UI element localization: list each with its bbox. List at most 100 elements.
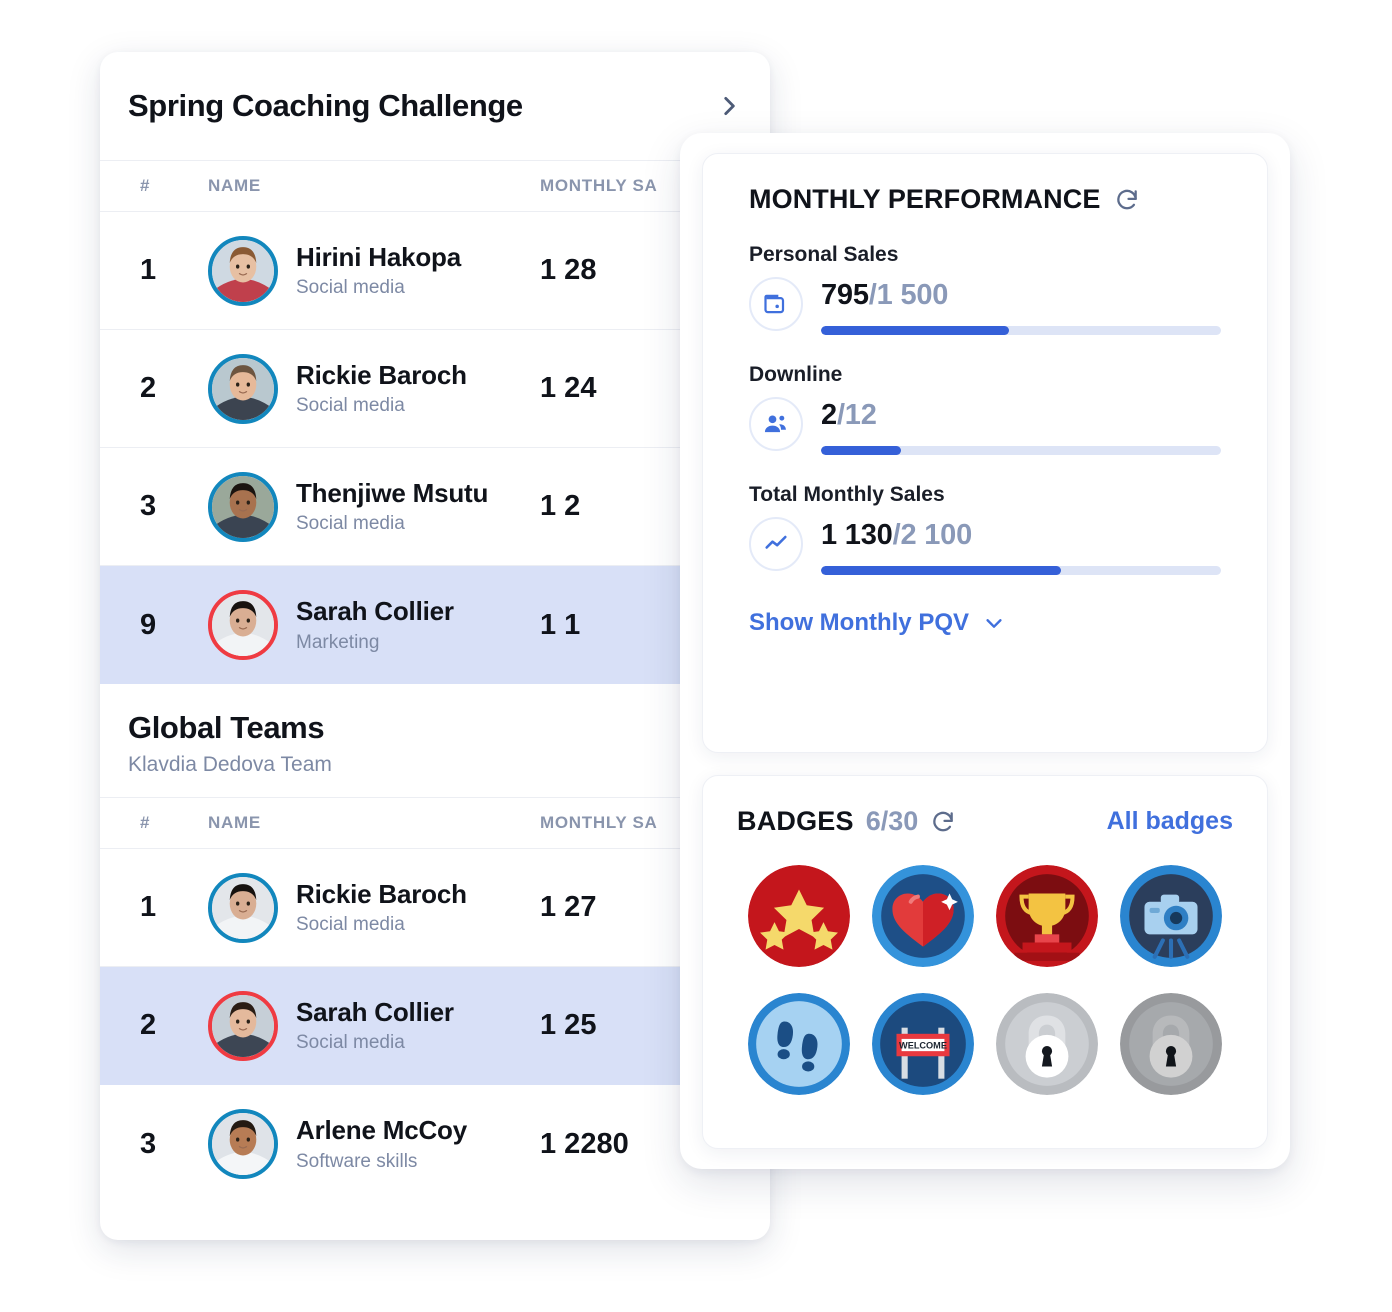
badges-title-group: BADGES 6/30 — [737, 806, 956, 837]
metric-value: 2/12 — [821, 399, 1221, 432]
row-rank: 2 — [140, 1009, 157, 1041]
row-rank: 1 — [140, 891, 157, 923]
badges-title: BADGES — [737, 806, 854, 836]
metric-readout: 2/12 — [821, 397, 1221, 455]
row-person: Arlene McCoy Software skills — [208, 1109, 540, 1179]
row-role: Social media — [296, 277, 405, 299]
metric-current: 2 — [821, 399, 837, 431]
row-name: Hirini Hakopa — [296, 241, 461, 272]
leaderboard-rows: 1 Hirini Hakopa Social media 1 28 2 Rickie Ba… — [100, 212, 770, 684]
avatar-image — [212, 239, 274, 302]
table-row[interactable]: 1 Rickie Baroch Social media 1 27 — [100, 849, 770, 967]
heart-badge[interactable] — [872, 865, 974, 967]
page-title: Spring Coaching Challenge — [128, 88, 523, 123]
badges-card: BADGES 6/30 All badges WELCOME — [702, 775, 1268, 1149]
monthly-performance-card: MONTHLY PERFORMANCE Personal Sales 795/1 … — [702, 153, 1268, 753]
metric-label: Total Monthly Sales — [749, 483, 945, 506]
row-rank: 2 — [140, 372, 157, 404]
metric-value: 1 130/2 100 — [821, 519, 1221, 552]
metric-body: 1 130/2 100 — [749, 517, 1221, 575]
row-role: Social media — [296, 914, 405, 936]
show-monthly-pqv-button[interactable]: Show Monthly PQV — [749, 609, 1221, 637]
row-person: Sarah Collier Social media — [208, 990, 540, 1061]
teams-subtitle: Klavdia Dedova Team — [128, 753, 332, 776]
row-rank: 9 — [140, 608, 157, 641]
avatar — [208, 235, 278, 306]
row-rank: 1 — [140, 254, 157, 286]
wallet-icon — [749, 277, 803, 331]
row-role: Social media — [296, 395, 405, 417]
avatar-image — [212, 994, 274, 1057]
row-person-text: Sarah Collier Marketing — [296, 596, 454, 653]
metric-target: 1 500 — [876, 279, 949, 311]
table-row[interactable]: 2 Rickie Baroch Social media 1 24 — [100, 330, 770, 448]
metric-label: Downline — [749, 363, 843, 386]
metric-current: 1 130 — [821, 519, 893, 551]
table-row[interactable]: 9 Sarah Collier Marketing 1 1 — [100, 566, 770, 684]
badges-count: 6/30 — [865, 806, 919, 836]
avatar — [208, 990, 278, 1061]
row-person: Hirini Hakopa Social media — [208, 235, 540, 306]
col-name: NAME — [208, 813, 261, 832]
col-rank: # — [140, 813, 151, 832]
row-person: Sarah Collier Marketing — [208, 590, 540, 660]
locked-badge[interactable] — [1120, 993, 1222, 1095]
table-row[interactable]: 1 Hirini Hakopa Social media 1 28 — [100, 212, 770, 330]
leaderboard-column-headers: # NAME MONTHLY SA — [100, 160, 770, 212]
avatar — [208, 471, 278, 542]
row-person-text: Rickie Baroch Social media — [296, 360, 467, 417]
leaderboard-header: Spring Coaching Challenge — [100, 52, 770, 160]
locked-badge[interactable] — [996, 993, 1098, 1095]
table-row[interactable]: 3 Thenjiwe Msutu Social media 1 2 — [100, 448, 770, 566]
avatar — [208, 590, 278, 660]
row-name: Rickie Baroch — [296, 878, 467, 909]
row-person-text: Arlene McCoy Software skills — [296, 1115, 467, 1172]
trophy-badge[interactable] — [996, 865, 1098, 967]
metric-body: 795/1 500 — [749, 277, 1221, 335]
row-name: Sarah Collier — [296, 596, 454, 627]
teams-column-headers: # NAME MONTHLY SA — [100, 797, 770, 849]
row-name: Sarah Collier — [296, 996, 454, 1027]
table-row[interactable]: 2 Sarah Collier Social media 1 25 — [100, 967, 770, 1085]
metric-label: Personal Sales — [749, 243, 899, 266]
trend-line-icon — [749, 517, 803, 571]
chevron-down-icon — [983, 612, 1005, 634]
badges-header: BADGES 6/30 All badges — [737, 806, 1233, 837]
avatar-image — [212, 475, 274, 538]
row-person-text: Hirini Hakopa Social media — [296, 242, 461, 299]
teams-rows: 1 Rickie Baroch Social media 1 27 2 Sarah Col… — [100, 849, 770, 1203]
monthly-performance-header: MONTHLY PERFORMANCE — [749, 184, 1221, 215]
metric-readout: 1 130/2 100 — [821, 517, 1221, 575]
metric-downline: Downline 2/12 — [749, 363, 1221, 455]
metric-readout: 795/1 500 — [821, 277, 1221, 335]
row-person-text: Rickie Baroch Social media — [296, 879, 467, 936]
monthly-performance-title: MONTHLY PERFORMANCE — [749, 184, 1101, 214]
row-role: Marketing — [296, 631, 380, 653]
chevron-right-icon[interactable] — [716, 93, 742, 119]
row-role: Software skills — [296, 1150, 418, 1172]
metric-body: 2/12 — [749, 397, 1221, 455]
refresh-icon[interactable] — [930, 809, 956, 835]
teams-title: Global Teams — [128, 710, 325, 745]
row-person: Thenjiwe Msutu Social media — [208, 471, 540, 542]
footsteps-badge[interactable] — [748, 993, 850, 1095]
all-badges-link[interactable]: All badges — [1107, 807, 1233, 836]
people-icon — [749, 397, 803, 451]
table-row[interactable]: 3 Arlene McCoy Software skills 1 2280 — [100, 1085, 770, 1203]
camera-badge[interactable] — [1120, 865, 1222, 967]
row-person: Rickie Baroch Social media — [208, 353, 540, 424]
welcome-sign-badge[interactable]: WELCOME — [872, 993, 974, 1095]
performance-metrics: Personal Sales 795/1 500 Downline 2/12 Total… — [749, 243, 1221, 575]
col-name: NAME — [208, 176, 261, 195]
side-panel: MONTHLY PERFORMANCE Personal Sales 795/1 … — [680, 133, 1290, 1169]
avatar — [208, 353, 278, 424]
row-role: Social media — [296, 1032, 405, 1054]
stars-badge[interactable] — [748, 865, 850, 967]
avatar — [208, 1109, 278, 1179]
metric-value: 795/1 500 — [821, 279, 1221, 312]
avatar-image — [212, 876, 274, 939]
refresh-icon[interactable] — [1114, 187, 1140, 213]
row-person: Rickie Baroch Social media — [208, 872, 540, 943]
row-person-text: Sarah Collier Social media — [296, 997, 454, 1054]
metric-progress-bar — [821, 326, 1221, 335]
